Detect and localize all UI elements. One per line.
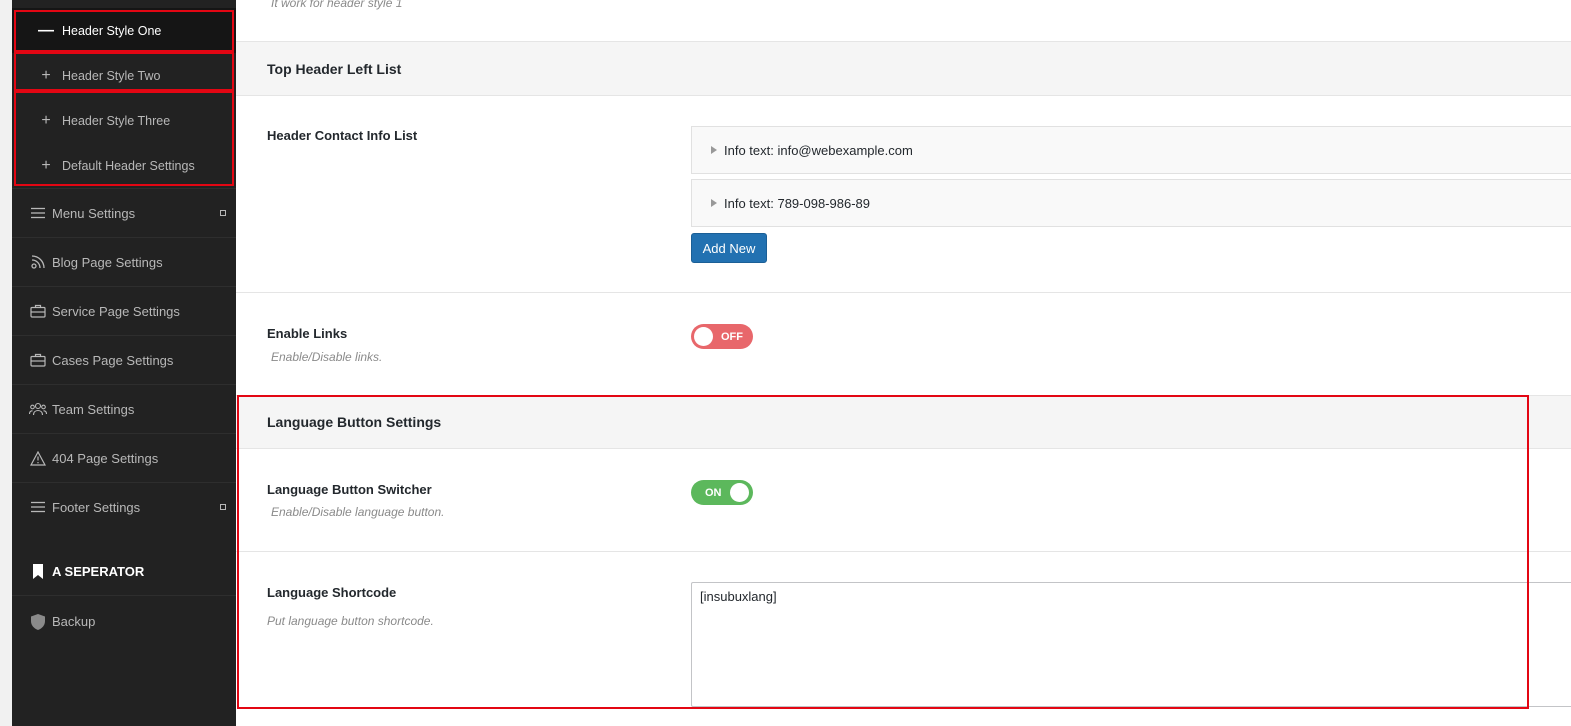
sidebar-item-label: Backup — [52, 614, 96, 629]
briefcase-icon — [28, 353, 48, 367]
users-icon — [28, 402, 48, 416]
minus-icon: — — [38, 21, 54, 39]
sidebar-item-label: Cases Page Settings — [52, 352, 174, 368]
expand-indicator-icon — [220, 210, 226, 216]
field-label-enable-links: Enable Links — [267, 326, 348, 341]
left-edge-strip — [0, 0, 12, 726]
section-header-top-header-left-list: Top Header Left List — [236, 41, 1571, 96]
cut-off-description: It work for header style 1 — [271, 0, 403, 10]
plus-icon: + — [41, 156, 51, 174]
plus-icon: + — [41, 111, 51, 129]
shield-icon — [28, 613, 48, 630]
sidebar-item-menu-settings[interactable]: Menu Settings — [12, 188, 236, 237]
toggle-state-label: ON — [705, 486, 722, 499]
sidebar: — Header Style One + Header Style Two + … — [12, 0, 236, 726]
sidebar-item-team-settings[interactable]: Team Settings — [12, 384, 236, 433]
briefcase-icon — [28, 304, 48, 318]
accordion-item[interactable]: Info text: 789-098-986-89 — [691, 179, 1571, 227]
field-label-language-shortcode: Language Shortcode — [267, 585, 397, 600]
sidebar-subitem-default-header-settings[interactable]: + Default Header Settings — [12, 143, 236, 188]
rss-icon — [28, 254, 48, 270]
accordion-item-label: Info text: info@webexample.com — [724, 142, 913, 158]
sidebar-item-label: Team Settings — [52, 401, 135, 417]
divider — [236, 292, 1571, 293]
sidebar-item-backup[interactable]: Backup — [12, 597, 236, 646]
caret-right-icon — [711, 146, 717, 154]
sidebar-item-service-page-settings[interactable]: Service Page Settings — [12, 286, 236, 335]
sidebar-item-blog-page-settings[interactable]: Blog Page Settings — [12, 237, 236, 286]
section-title: Language Button Settings — [267, 414, 442, 430]
sidebar-subitem-label: Default Header Settings — [62, 158, 195, 173]
accordion-item-label: Info text: 789-098-986-89 — [724, 195, 870, 211]
section-title: Top Header Left List — [267, 60, 402, 77]
expand-indicator-icon — [220, 504, 226, 510]
sidebar-item-404-page-settings[interactable]: 404 Page Settings — [12, 433, 236, 482]
main-content: It work for header style 1 Top Header Le… — [236, 0, 1571, 726]
toggle-state-label: OFF — [721, 330, 743, 343]
language-shortcode-textarea[interactable]: [insubuxlang] — [691, 582, 1571, 707]
sidebar-subitem-header-style-three[interactable]: + Header Style Three — [12, 98, 236, 143]
accordion-item[interactable]: Info text: info@webexample.com — [691, 126, 1571, 174]
field-label-header-contact-info-list: Header Contact Info List — [267, 128, 418, 143]
hamburger-icon — [28, 207, 48, 219]
bookmark-icon — [32, 564, 44, 579]
hamburger-icon — [28, 501, 48, 513]
field-description: Enable/Disable links. — [271, 350, 383, 364]
sidebar-item-footer-settings[interactable]: Footer Settings — [12, 482, 236, 531]
sidebar-subitem-label: Header Style Three — [62, 113, 171, 128]
sidebar-item-label: Blog Page Settings — [52, 254, 163, 270]
sidebar-separator: A SEPERATOR — [12, 548, 236, 596]
sidebar-subitem-label: Header Style One — [62, 23, 162, 38]
divider — [236, 551, 1571, 552]
section-header-language-button-settings: Language Button Settings — [236, 395, 1571, 449]
sidebar-item-cases-page-settings[interactable]: Cases Page Settings — [12, 335, 236, 384]
toggle-knob — [694, 327, 713, 346]
sidebar-item-label: 404 Page Settings — [52, 450, 159, 466]
language-switcher-toggle[interactable]: ON — [691, 480, 753, 505]
toggle-knob — [729, 483, 749, 502]
separator-label: A SEPERATOR — [52, 564, 145, 579]
field-label-language-button-switcher: Language Button Switcher — [267, 482, 432, 497]
sidebar-item-label: Service Page Settings — [52, 303, 180, 319]
sidebar-item-label: Footer Settings — [52, 499, 141, 515]
sidebar-subitem-header-style-two[interactable]: + Header Style Two — [12, 53, 236, 98]
sidebar-subitem-label: Header Style Two — [62, 68, 161, 83]
sidebar-item-label: Menu Settings — [52, 205, 136, 221]
enable-links-toggle[interactable]: OFF — [691, 324, 753, 349]
add-new-button[interactable]: Add New — [691, 233, 767, 263]
field-description: Enable/Disable language button. — [271, 505, 445, 519]
plus-icon: + — [41, 66, 51, 84]
caret-right-icon — [711, 199, 717, 207]
warning-icon — [28, 450, 48, 466]
field-description: Put language button shortcode. — [267, 614, 434, 628]
sidebar-subitem-header-style-one[interactable]: — Header Style One — [12, 8, 236, 53]
